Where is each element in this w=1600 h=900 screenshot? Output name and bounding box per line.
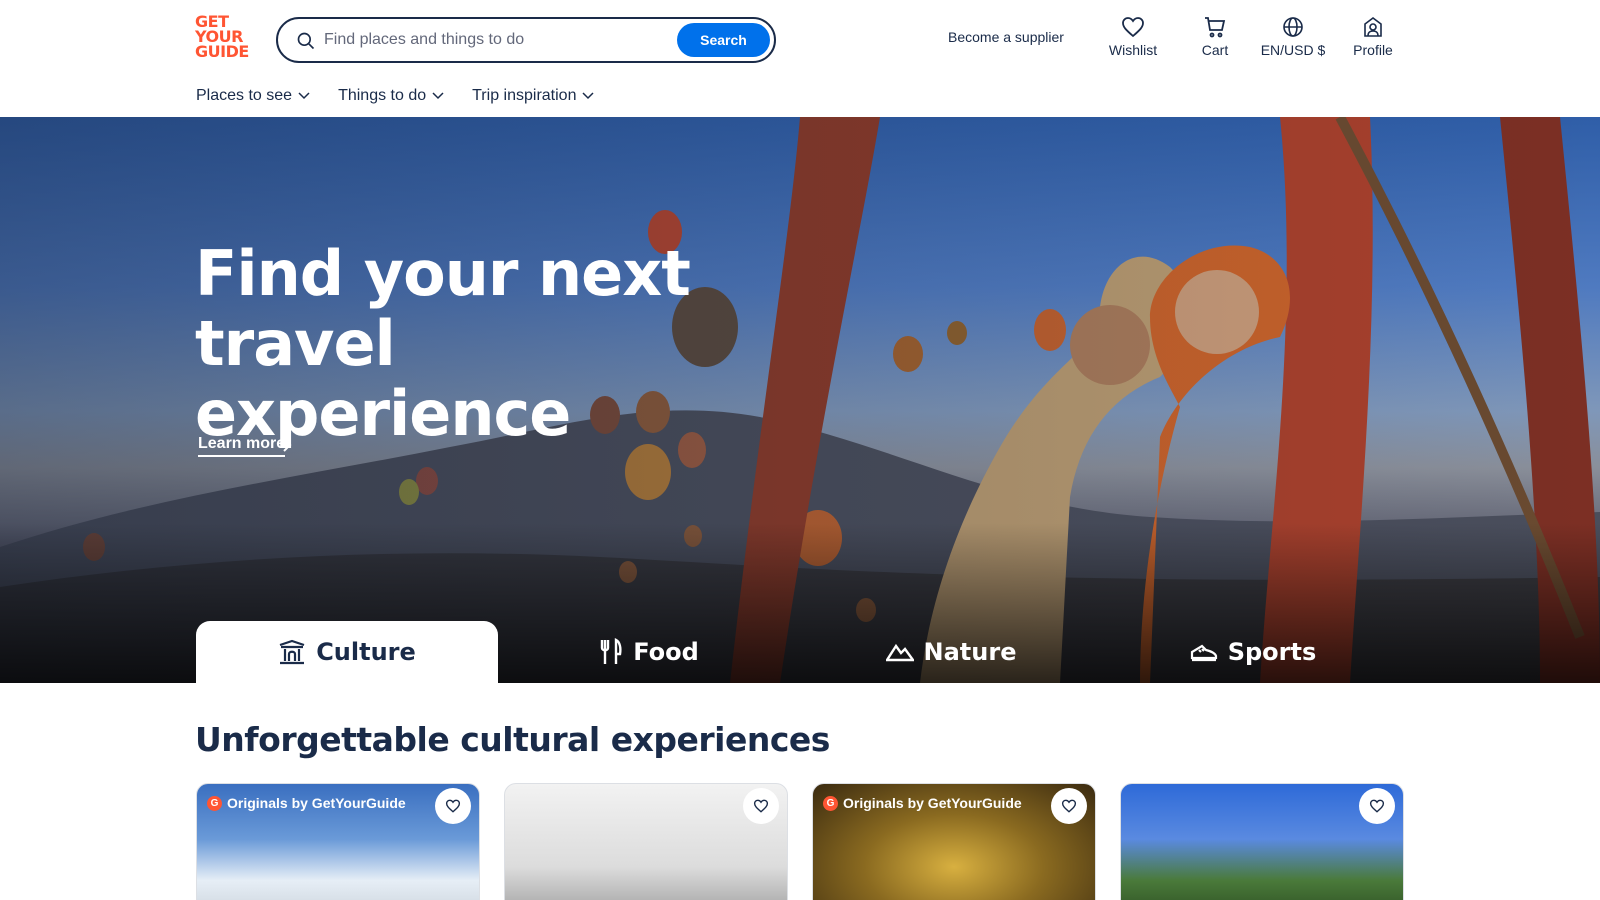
nav-trip-inspiration[interactable]: Trip inspiration	[472, 87, 594, 105]
fork-knife-icon	[601, 638, 622, 664]
profile-button[interactable]: Profile	[1350, 16, 1396, 64]
heart-icon	[1122, 17, 1144, 38]
tab-food[interactable]: Food	[498, 621, 800, 683]
logo-line-3: GUIDE	[195, 42, 249, 61]
badge-label: Originals by GetYourGuide	[843, 795, 1022, 811]
heart-icon	[1061, 799, 1077, 813]
getyourguide-logo[interactable]: GET YOUR GUIDE	[195, 14, 255, 62]
experience-cards: G Originals by GetYourGuide G Originals …	[196, 783, 1404, 900]
experience-card[interactable]	[504, 783, 788, 900]
wishlist-label: Wishlist	[1108, 42, 1158, 58]
heart-icon	[445, 799, 461, 813]
chevron-right-icon	[283, 438, 292, 452]
nav-label: Things to do	[338, 87, 427, 104]
language-currency-label: EN/USD $	[1260, 42, 1326, 58]
tab-label: Sports	[1227, 638, 1317, 666]
nav-label: Trip inspiration	[472, 87, 577, 104]
mountain-icon	[885, 643, 914, 662]
chevron-down-icon	[432, 92, 444, 100]
search-button[interactable]: Search	[677, 23, 770, 57]
tab-label: Nature	[923, 638, 1017, 666]
experience-card[interactable]: G Originals by GetYourGuide	[196, 783, 480, 900]
tab-culture[interactable]: Culture	[196, 621, 498, 683]
hero-title-line-1: Find your next travel	[195, 237, 691, 380]
site-header: GET YOUR GUIDE Search Become a supplier …	[0, 0, 1600, 117]
heart-icon	[1369, 799, 1385, 813]
nav-places-to-see[interactable]: Places to see	[196, 87, 310, 105]
add-to-wishlist-button[interactable]	[1359, 788, 1395, 824]
hero-banner: Find your next travel experience Learn m…	[0, 117, 1600, 683]
cart-icon	[1205, 17, 1226, 38]
nav-label: Places to see	[196, 87, 293, 104]
section-title: Unforgettable cultural experiences	[195, 720, 830, 759]
add-to-wishlist-button[interactable]	[435, 788, 471, 824]
sneaker-icon	[1190, 644, 1217, 662]
experience-card[interactable]	[1120, 783, 1404, 900]
tab-sports[interactable]: Sports	[1102, 621, 1404, 683]
originals-badge: G Originals by GetYourGuide	[823, 795, 1022, 811]
tab-label: Culture	[316, 638, 416, 666]
profile-label: Profile	[1353, 42, 1393, 58]
cart-button[interactable]: Cart	[1195, 16, 1235, 64]
hero-title: Find your next travel experience	[195, 239, 835, 449]
originals-badge: G Originals by GetYourGuide	[207, 795, 406, 811]
wishlist-button[interactable]: Wishlist	[1105, 16, 1161, 64]
chevron-down-icon	[582, 92, 594, 100]
add-to-wishlist-button[interactable]	[1051, 788, 1087, 824]
globe-icon	[1283, 17, 1303, 37]
tab-label: Food	[633, 638, 699, 666]
main-nav: Places to see Things to do Trip inspirat…	[196, 87, 594, 105]
badge-label: Originals by GetYourGuide	[227, 795, 406, 811]
cart-label: Cart	[1201, 42, 1229, 58]
temple-icon	[279, 639, 305, 665]
heart-icon	[753, 799, 769, 813]
learn-more-link[interactable]: Learn more	[198, 435, 286, 457]
category-tabs: Culture Food Nature Sports	[196, 621, 1404, 683]
nav-things-to-do[interactable]: Things to do	[338, 87, 444, 105]
experience-card[interactable]: G Originals by GetYourGuide	[812, 783, 1096, 900]
add-to-wishlist-button[interactable]	[743, 788, 779, 824]
search-icon	[297, 32, 315, 50]
language-currency-button[interactable]: EN/USD $	[1258, 16, 1328, 64]
chevron-down-icon	[298, 92, 310, 100]
profile-icon	[1364, 17, 1382, 37]
search-input[interactable]	[324, 27, 664, 53]
getyourguide-g-icon: G	[207, 795, 222, 811]
tab-nature[interactable]: Nature	[800, 621, 1102, 683]
search-bar: Search	[276, 17, 776, 63]
getyourguide-g-icon: G	[823, 795, 838, 811]
become-supplier-link[interactable]: Become a supplier	[948, 29, 1064, 45]
